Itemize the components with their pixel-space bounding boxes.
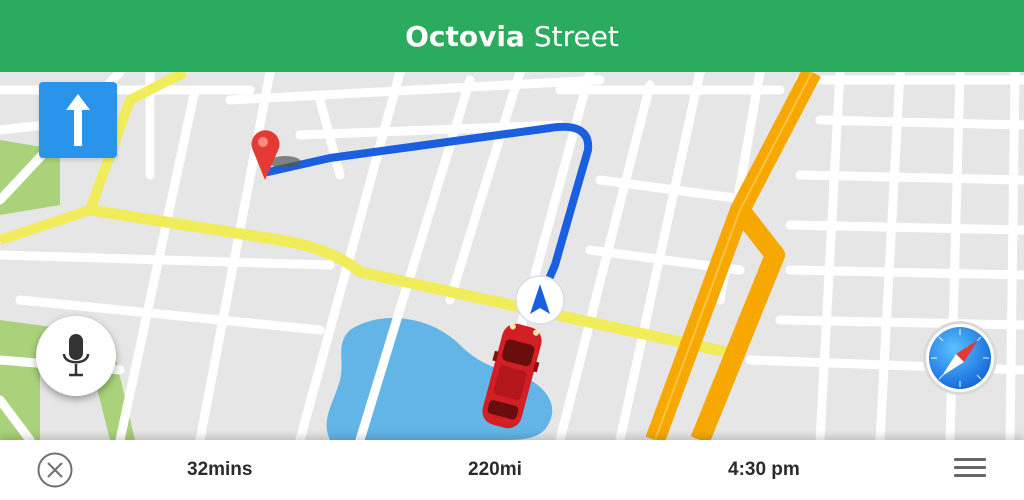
- navigation-arrow-icon: [515, 275, 565, 325]
- arrow-up-icon: [66, 94, 90, 146]
- close-circle-icon: [37, 452, 73, 488]
- compass-button[interactable]: [922, 320, 998, 396]
- voice-button[interactable]: [36, 316, 116, 396]
- hamburger-menu-icon[interactable]: [954, 458, 986, 482]
- close-button[interactable]: [37, 452, 73, 488]
- compass-icon: [923, 321, 997, 395]
- direction-button[interactable]: [39, 82, 117, 158]
- street-type: Street: [533, 19, 619, 53]
- arrival-time: 4:30 pm: [728, 459, 800, 480]
- trip-duration: 32mins: [187, 459, 253, 480]
- map-view[interactable]: [0, 72, 1024, 440]
- street-name: Octovia: [405, 19, 525, 53]
- header-bar: Octovia Street: [0, 0, 1024, 72]
- trip-distance: 220mi: [468, 459, 522, 480]
- bottom-bar: 32mins 220mi 4:30 pm: [0, 440, 1024, 500]
- microphone-icon: [62, 334, 90, 377]
